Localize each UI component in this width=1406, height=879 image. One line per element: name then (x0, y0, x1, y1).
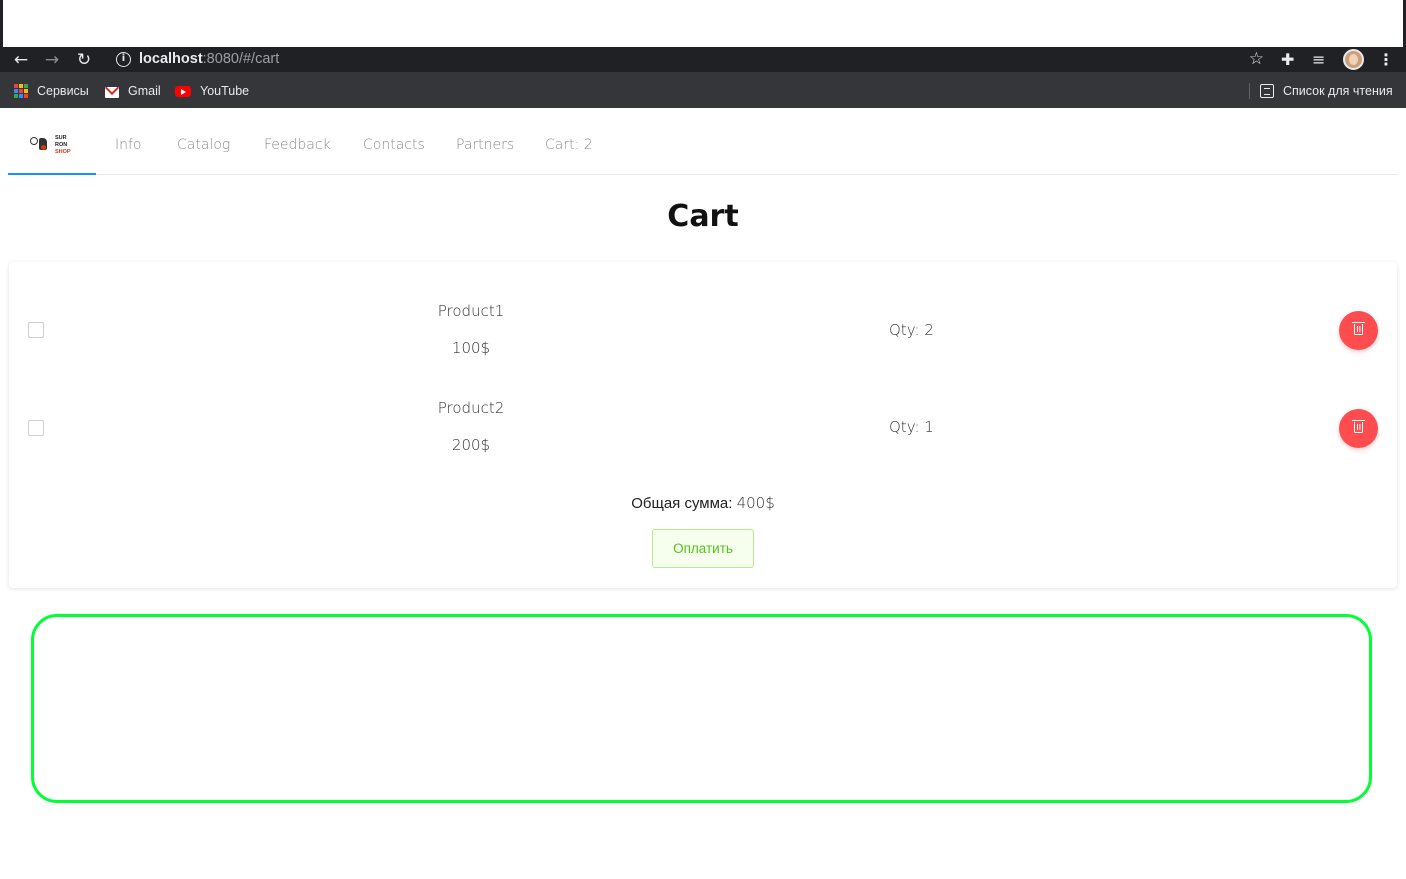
trash-icon (1352, 420, 1365, 433)
delete-item-button[interactable] (1339, 311, 1378, 350)
product-name: Product1 (437, 302, 505, 320)
cart-item-row: Product2 200$ Qty: 1 (9, 388, 1397, 468)
cart-total: Общая сумма: 400$ (9, 493, 1397, 514)
nav-item-partners[interactable]: Partners (456, 136, 514, 154)
product-price: 100$ (451, 339, 491, 357)
logo-text: SHOP (55, 149, 71, 155)
cart-item-row: Product1 100$ Qty: 2 (9, 290, 1397, 370)
bookmark-services[interactable]: Сервисы (14, 82, 89, 100)
youtube-icon (175, 86, 191, 97)
total-label: Общая сумма: (631, 495, 733, 512)
gmail-icon (105, 86, 119, 98)
forward-arrow-icon[interactable]: → (41, 49, 63, 71)
address-bar[interactable]: i localhost:8080/#/cart ☆ (106, 48, 1268, 71)
site-navigation: SUR RON SHOP Info Catalog Feedback Conta… (8, 108, 1398, 175)
highlight-outline-box (31, 614, 1372, 803)
bookmark-youtube[interactable]: YouTube (175, 82, 249, 100)
nav-item-catalog[interactable]: Catalog (177, 136, 230, 154)
bookmark-label: YouTube (200, 84, 250, 98)
bookmark-label: Сервисы (37, 84, 89, 98)
cart-card: Product1 100$ Qty: 2 Product2 200$ Qty: … (9, 262, 1397, 588)
window-top-area (0, 0, 1406, 47)
product-price: 200$ (451, 436, 491, 454)
total-value: 400$ (736, 494, 775, 512)
reading-list-label: Список для чтения (1283, 84, 1393, 98)
product-name: Product2 (437, 399, 505, 417)
reload-icon[interactable]: ↻ (73, 49, 95, 71)
pay-button[interactable]: Оплатить (652, 529, 754, 568)
bookmark-gmail[interactable]: Gmail (105, 82, 161, 100)
extensions-puzzle-icon[interactable]: ✚ (1281, 49, 1294, 71)
browser-menu-icon[interactable]: ⋮ (1378, 49, 1394, 71)
profile-avatar[interactable] (1343, 49, 1364, 70)
product-qty: Qty: 2 (889, 321, 934, 339)
delete-item-button[interactable] (1339, 409, 1378, 448)
page-title: Cart (667, 199, 739, 234)
nav-item-info[interactable]: Info (115, 136, 142, 154)
logo-text: RON (55, 142, 68, 148)
back-arrow-icon[interactable]: ← (10, 49, 32, 71)
reading-list-button[interactable]: Список для чтения (1260, 82, 1393, 100)
url-host: localhost (139, 51, 203, 67)
item-checkbox[interactable] (28, 420, 44, 436)
apps-icon (14, 84, 28, 98)
logo-rider-icon (39, 138, 47, 150)
browser-toolbar: ← → ↻ i localhost:8080/#/cart ☆ ✚ ≡ (0, 47, 1406, 72)
logo-text: SUR (55, 135, 67, 141)
bookmarks-divider (1249, 83, 1250, 99)
logo-wheel-icon (30, 137, 38, 145)
reading-list-icon (1260, 84, 1274, 98)
nav-item-cart[interactable]: Cart: 2 (545, 136, 593, 154)
item-checkbox[interactable] (28, 322, 44, 338)
nav-logo-tab[interactable]: SUR RON SHOP (8, 108, 96, 175)
bookmark-star-icon[interactable]: ☆ (1249, 49, 1264, 69)
bookmarks-bar: Сервисы Gmail YouTube Список для чтения (0, 72, 1406, 108)
trash-icon (1352, 322, 1365, 335)
address-url[interactable]: localhost:8080/#/cart (139, 51, 279, 68)
surron-shop-logo: SUR RON SHOP (30, 135, 80, 161)
bookmark-label: Gmail (128, 84, 161, 98)
media-queue-icon[interactable]: ≡ (1312, 49, 1325, 71)
product-qty: Qty: 1 (889, 418, 934, 436)
site-info-icon[interactable]: i (116, 52, 131, 67)
nav-item-contacts[interactable]: Contacts (363, 136, 425, 154)
url-path: :8080/#/cart (202, 51, 280, 67)
nav-item-feedback[interactable]: Feedback (264, 136, 331, 154)
